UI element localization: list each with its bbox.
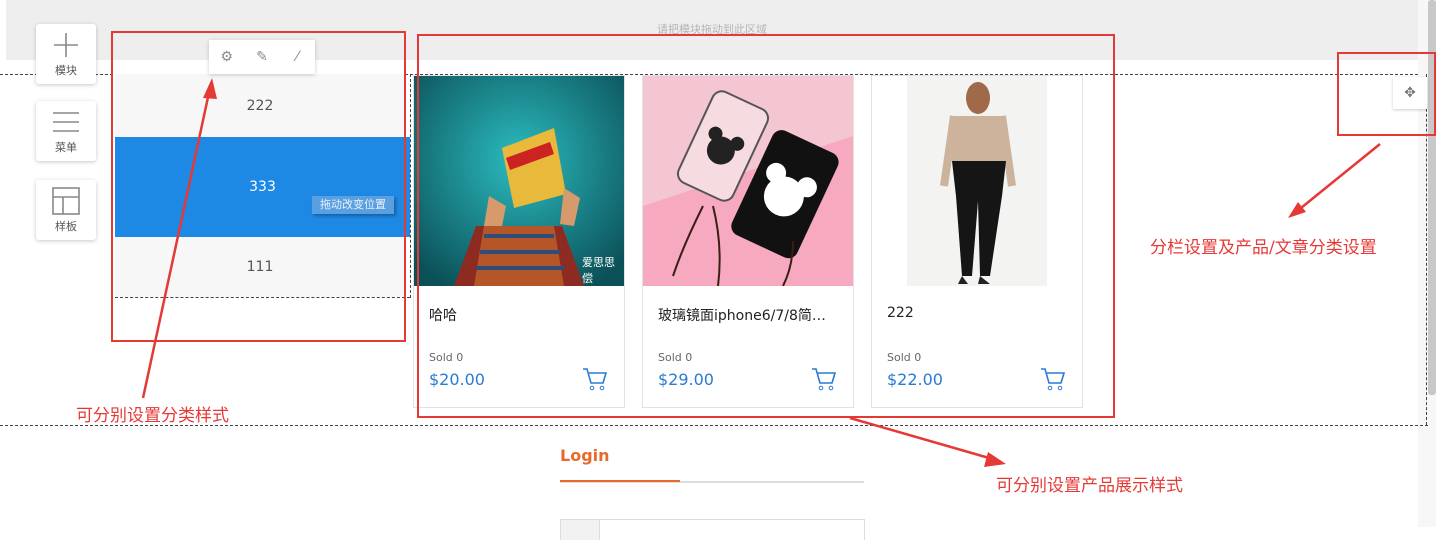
login-tab-active-indicator	[560, 480, 680, 482]
annotation-arrows	[141, 78, 1381, 467]
login-username-field[interactable]	[560, 519, 865, 540]
annotation-column-settings: 分栏设置及产品/文章分类设置	[1150, 238, 1377, 258]
tab-login[interactable]: Login	[560, 446, 610, 465]
annotation-product-style: 可分别设置产品展示样式	[996, 476, 1183, 496]
annotation-category-style: 可分别设置分类样式	[76, 406, 229, 426]
login-field-addon	[561, 520, 600, 540]
